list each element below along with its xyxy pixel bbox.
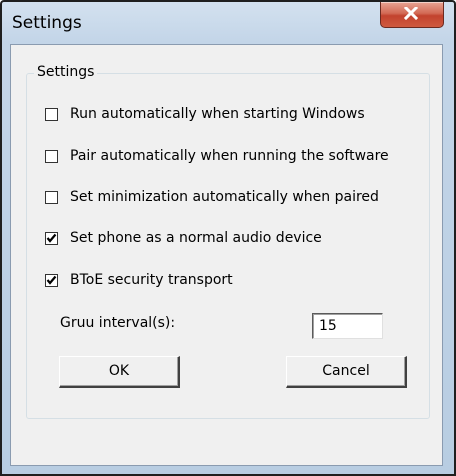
option-audio-device[interactable]: Set phone as a normal audio device [45,228,322,248]
option-label: Set minimization automatically when pair… [70,189,379,205]
groupbox-legend: Settings [34,64,98,80]
option-run-at-startup[interactable]: Run automatically when starting Windows [45,104,365,124]
checkbox-auto-pair[interactable] [45,149,58,163]
ok-button[interactable]: OK [59,356,180,388]
gruu-interval-label: Gruu interval(s): [60,315,176,331]
option-label: Pair automatically when running the soft… [70,148,389,164]
close-button[interactable] [380,2,444,28]
checkbox-auto-minimize[interactable] [45,190,58,204]
gruu-interval-input[interactable] [312,313,383,339]
option-auto-minimize[interactable]: Set minimization automatically when pair… [45,187,379,207]
option-auto-pair[interactable]: Pair automatically when running the soft… [45,146,389,166]
cancel-button[interactable]: Cancel [286,356,407,388]
checkmark-icon [46,275,57,285]
option-label: Run automatically when starting Windows [70,106,365,122]
option-label: BToE security transport [70,272,233,288]
option-btoe-security[interactable]: BToE security transport [45,270,233,290]
close-icon [404,7,418,20]
window-title: Settings [12,13,82,33]
checkbox-audio-device[interactable] [45,231,58,245]
option-label: Set phone as a normal audio device [70,230,322,246]
checkmark-icon [46,233,57,243]
checkbox-run-at-startup[interactable] [45,107,58,121]
checkbox-btoe-security[interactable] [45,273,58,287]
title-bar[interactable]: Settings [2,2,454,44]
